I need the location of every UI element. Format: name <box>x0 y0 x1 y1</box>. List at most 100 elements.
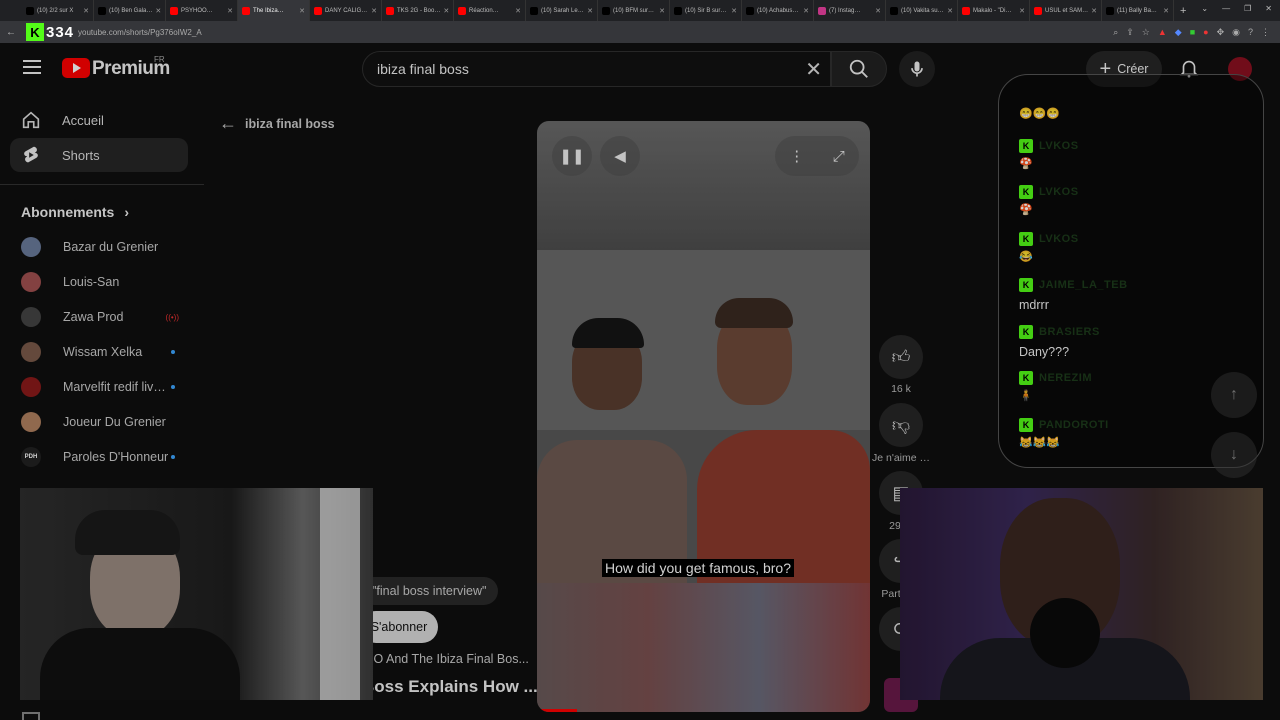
hamburger-menu-icon[interactable] <box>23 60 41 74</box>
search-chip[interactable]: "final boss interview" <box>360 577 499 605</box>
browser-tab[interactable]: PSYHOO… ✕ <box>166 0 238 21</box>
new-tab-button[interactable]: + <box>1180 5 1186 17</box>
tab-close-icon[interactable]: ✕ <box>1091 7 1097 15</box>
search-input[interactable]: ibiza final boss <box>377 61 469 77</box>
extension-green-icon[interactable]: ■ <box>1190 27 1195 38</box>
browser-tab[interactable]: (10) Vakita su… ✕ <box>886 0 958 21</box>
pause-button[interactable]: ❚❚ <box>552 136 592 176</box>
subscription-item[interactable]: Zawa Prod ((•)) <box>21 305 191 329</box>
more-options-icon[interactable]: ⋮ <box>789 147 804 165</box>
chat-username[interactable]: JAIME_LA_TEB <box>1039 279 1128 291</box>
short-video-player[interactable]: How did you get famous, bro? ❚❚ ◀ ⋮ ⤢ <box>537 121 870 712</box>
tab-close-icon[interactable]: ✕ <box>587 7 593 15</box>
browser-tab[interactable]: (10) BFM sur… ✕ <box>598 0 670 21</box>
subscription-item[interactable]: Louis-San <box>21 270 191 294</box>
share-icon[interactable]: ⇪ <box>1126 27 1134 38</box>
chat-username[interactable]: LVKOS <box>1039 233 1079 245</box>
browser-tab[interactable]: (10) 2/2 sur X ✕ <box>22 0 94 21</box>
like-button[interactable]: 👍︎ <box>879 335 923 379</box>
tab-close-icon[interactable]: ✕ <box>803 7 809 15</box>
tab-close-icon[interactable]: ✕ <box>227 7 233 15</box>
webcam-right <box>900 488 1263 700</box>
streamer-microphone <box>1030 598 1100 668</box>
chat-emote: 😂 <box>1019 251 1033 263</box>
browser-tab[interactable]: Réaction… ✕ <box>454 0 526 21</box>
new-content-dot <box>171 350 175 354</box>
chat-scroll-up-button[interactable]: ↑ <box>1211 372 1257 418</box>
browser-tab[interactable]: (7) Instag… ✕ <box>814 0 886 21</box>
restore-icon[interactable]: ❐ <box>1244 4 1251 13</box>
tab-close-icon[interactable]: ✕ <box>731 7 737 15</box>
chat-username[interactable]: PANDOROTI <box>1039 419 1109 431</box>
video-channel-line[interactable]: IO And The Ibiza Final Bos... <box>370 652 529 666</box>
extension-red-circle-icon[interactable]: ● <box>1203 27 1208 38</box>
browser-tab[interactable]: (10) Ben Gala… ✕ <box>94 0 166 21</box>
tab-close-icon[interactable]: ✕ <box>299 7 305 15</box>
subscription-item[interactable]: Marvelfit redif liv… <box>21 375 191 399</box>
zoom-icon[interactable]: ⌕ <box>1113 27 1118 38</box>
voice-search-button[interactable] <box>899 51 935 87</box>
volume-button[interactable]: ◀ <box>600 136 640 176</box>
tab-close-icon[interactable]: ✕ <box>155 7 161 15</box>
browser-tab[interactable]: The Ibiza… ✕ <box>238 0 310 21</box>
subscription-item[interactable]: PDH Paroles D'Honneur <box>21 445 191 469</box>
bookmark-star-icon[interactable]: ☆ <box>1142 27 1150 38</box>
tab-close-icon[interactable]: ✕ <box>659 7 665 15</box>
clear-search-icon[interactable]: ✕ <box>805 57 822 82</box>
chat-username[interactable]: NEREZIM <box>1039 372 1092 384</box>
extension-blue-icon[interactable]: ◆ <box>1175 27 1182 38</box>
browser-tab[interactable]: (10) Sarah Le… ✕ <box>526 0 598 21</box>
extension-red-icon[interactable]: ▲ <box>1158 27 1167 38</box>
tab-close-icon[interactable]: ✕ <box>1163 7 1169 15</box>
video-title[interactable]: Boss Explains How ... <box>362 677 538 697</box>
chat-username[interactable]: BRASIERS <box>1039 326 1100 338</box>
close-window-icon[interactable]: ✕ <box>1265 4 1272 13</box>
chat-username[interactable]: LVKOS <box>1039 186 1079 198</box>
extensions-puzzle-icon[interactable]: ✥ <box>1217 27 1225 38</box>
subscription-item[interactable]: Bazar du Grenier <box>21 235 191 259</box>
browser-tab[interactable]: (10) Sir B sur… ✕ <box>670 0 742 21</box>
chat-scroll-down-button[interactable]: ↓ <box>1211 432 1257 478</box>
minimize-icon[interactable]: — <box>1222 4 1230 13</box>
browser-tab[interactable]: USUL et SAM… ✕ <box>1030 0 1102 21</box>
browser-tab[interactable]: (11) Bally Ba… ✕ <box>1102 0 1174 21</box>
browser-menu-icon[interactable]: ⋮ <box>1261 27 1270 38</box>
subscription-item[interactable]: Joueur Du Grenier <box>21 410 191 434</box>
tab-search-icon[interactable]: ⌄ <box>1201 4 1208 13</box>
tab-close-icon[interactable]: ✕ <box>875 7 881 15</box>
youtube-logo-icon[interactable] <box>62 58 90 78</box>
profile-icon[interactable]: ◉ <box>1232 27 1240 38</box>
help-icon[interactable]: ? <box>1248 27 1253 38</box>
chat-username[interactable]: LVKOS <box>1039 140 1079 152</box>
video-progress[interactable] <box>537 709 577 712</box>
channel-avatar <box>21 342 41 362</box>
subscriptions-heading[interactable]: Abonnements › <box>21 204 129 220</box>
tab-favicon-icon <box>314 6 322 15</box>
browser-tab[interactable]: DANY CALIG… ✕ <box>310 0 382 21</box>
search-button[interactable] <box>831 51 887 87</box>
kick-badge-icon: K <box>1019 277 1033 292</box>
back-to-search[interactable]: ← ibiza final boss <box>219 113 335 134</box>
tab-close-icon[interactable]: ✕ <box>947 7 953 15</box>
url-field[interactable]: youtube.com/shorts/Pg376oIW2_A <box>78 28 202 37</box>
tab-close-icon[interactable]: ✕ <box>1019 7 1025 15</box>
back-arrow-icon[interactable]: ← <box>6 27 16 38</box>
browser-tab[interactable]: Makalo - "Di… ✕ <box>958 0 1030 21</box>
browser-tab[interactable]: (10) Achabus… ✕ <box>742 0 814 21</box>
subscription-item[interactable]: Wissam Xelka <box>21 340 191 364</box>
sidebar-item-home[interactable]: Accueil <box>10 103 188 137</box>
tab-close-icon[interactable]: ✕ <box>83 7 89 15</box>
tab-favicon-icon <box>746 6 754 15</box>
dislike-button[interactable]: 👎︎ <box>879 403 923 447</box>
avatar-badge: PDH <box>24 454 38 460</box>
tab-close-icon[interactable]: ✕ <box>443 7 449 15</box>
fullscreen-icon[interactable]: ⤢ <box>833 148 845 165</box>
sidebar-item-bottom-icon[interactable] <box>22 712 40 720</box>
tab-close-icon[interactable]: ✕ <box>371 7 377 15</box>
tab-close-icon[interactable]: ✕ <box>515 7 521 15</box>
browser-tab[interactable]: TKS 2G - Boo… ✕ <box>382 0 454 21</box>
tab-label: USUL et SAM… <box>1045 7 1089 14</box>
overlay-counter: 334 <box>46 23 75 41</box>
search-box[interactable]: ibiza final boss ✕ <box>362 51 831 87</box>
sidebar-item-shorts[interactable]: Shorts <box>10 138 188 172</box>
